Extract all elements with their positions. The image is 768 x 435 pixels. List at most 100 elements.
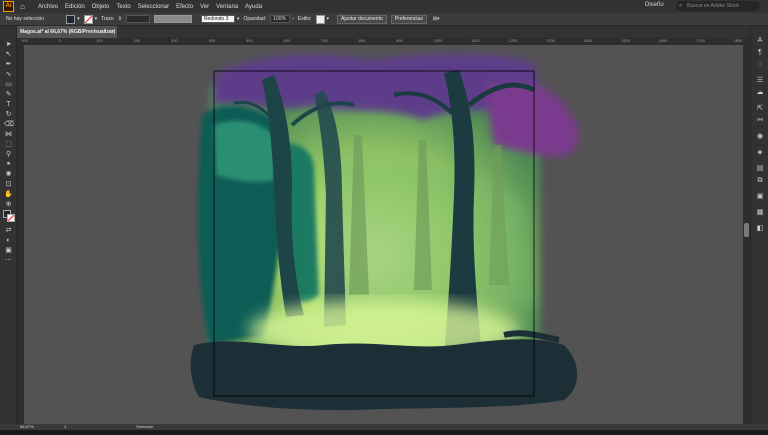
zoom-tool-icon[interactable]: ⊕ xyxy=(4,200,13,209)
ruler-tick: 1400 xyxy=(583,38,593,43)
paintbrush-icon[interactable]: ✎ xyxy=(4,90,13,99)
eraser-icon[interactable]: ⌫ xyxy=(4,120,14,129)
type-tool-icon[interactable]: T xyxy=(4,100,13,109)
document-title: Magos.ai* al 66,67% (RGB/Previsualizar) xyxy=(20,29,116,35)
scrollbar-thumb[interactable] xyxy=(744,223,749,237)
paragraph-panel-icon[interactable]: ¶ xyxy=(755,48,765,58)
ruler-tick: 200 xyxy=(133,38,141,43)
swap-colors-icon[interactable]: ⇄ xyxy=(4,226,13,235)
opacity-field: 100% xyxy=(270,15,291,23)
menu-archivo[interactable]: Archivo xyxy=(38,4,58,10)
selection-tool-icon[interactable]: ➤ xyxy=(4,40,13,49)
blend-tool-icon[interactable]: ⚭ xyxy=(4,160,13,169)
stroke-label: Trazo xyxy=(101,16,114,22)
menu-edicion[interactable]: Edición xyxy=(65,4,85,10)
menu-texto[interactable]: Texto xyxy=(116,4,130,10)
current-tool: Selección xyxy=(136,424,154,429)
align-panel-icon[interactable]: ▤ xyxy=(755,164,765,174)
graphic-style-swatch[interactable] xyxy=(315,14,325,24)
eyedropper-icon[interactable]: ⚲ xyxy=(4,150,13,159)
stroke-color-icon[interactable] xyxy=(7,214,15,222)
properties-panel-icon[interactable]: ☰ xyxy=(755,76,765,86)
color-panel-icon[interactable]: ◧ xyxy=(755,224,765,234)
ruler-tick: 1000 xyxy=(433,38,443,43)
menu-seleccionar[interactable]: Seleccionar xyxy=(138,4,169,10)
stroke-swatch[interactable] xyxy=(83,14,93,24)
chevron-down-icon[interactable]: ▾ xyxy=(237,16,240,22)
vertical-scrollbar[interactable] xyxy=(743,45,750,424)
ruler-tick: 500 xyxy=(246,38,253,43)
adjust-document-button[interactable]: Ajustar documento xyxy=(337,14,387,24)
preferences-button[interactable]: Preferencias xyxy=(390,14,427,24)
pen-tool-icon[interactable]: ✒ xyxy=(4,60,13,69)
hand-tool-icon[interactable]: ✋ xyxy=(4,190,13,199)
ruler-tick: 1500 xyxy=(621,38,630,43)
selection-status: No hay selección xyxy=(6,16,45,22)
menu-ventana[interactable]: Ventana xyxy=(216,4,238,10)
more-tools-icon[interactable]: ⋯ xyxy=(4,256,13,265)
chevron-down-icon[interactable]: ▾ xyxy=(327,16,330,22)
search-icon: ⌕ xyxy=(679,3,683,9)
character-panel-icon[interactable]: A xyxy=(755,36,765,46)
pathfinder-panel-icon[interactable]: ▣ xyxy=(755,192,765,202)
layers-panel-icon[interactable]: ◈ xyxy=(755,148,765,158)
page-number[interactable]: 1 xyxy=(64,424,66,429)
links-panel-icon[interactable]: ⚯ xyxy=(755,116,765,126)
close-icon[interactable]: × xyxy=(111,26,114,38)
direct-selection-icon[interactable]: ↖ xyxy=(4,50,13,59)
appearance-panel-icon[interactable]: ◉ xyxy=(755,132,765,142)
ruler-tick: 400 xyxy=(208,38,216,43)
stock-search-input[interactable]: ⌕ Buscar en Adobe Stock xyxy=(676,1,760,11)
draw-mode-icon[interactable]: ◐ xyxy=(4,236,13,245)
variable-width-profile[interactable] xyxy=(153,15,192,23)
ruler-tick: 1200 xyxy=(508,38,518,43)
menu-objeto[interactable]: Objeto xyxy=(92,4,110,10)
chevron-down-icon[interactable]: ▾ xyxy=(95,16,98,22)
zoom-level[interactable]: 66,67% xyxy=(20,424,34,429)
ruler-tick: 600 xyxy=(283,38,291,43)
opacity-label: Opacidad: xyxy=(243,16,267,22)
forest-artwork[interactable] xyxy=(24,45,743,424)
menu-ayuda[interactable]: Ayuda xyxy=(245,4,262,10)
workspace-switcher[interactable]: Diseño xyxy=(645,2,664,8)
swatches-panel-icon[interactable]: ▦ xyxy=(755,208,765,218)
document-tab[interactable]: Magos.ai* al 66,67% (RGB/Previsualizar) … xyxy=(17,26,117,38)
menu-ver[interactable]: Ver xyxy=(200,4,209,10)
free-transform-icon[interactable]: ⬚ xyxy=(4,140,13,149)
curvature-icon[interactable]: ∿ xyxy=(4,70,13,79)
arrange-icon[interactable]: ⊞▾ xyxy=(433,16,440,22)
canvas-area[interactable] xyxy=(24,45,743,424)
home-icon[interactable]: ⌂ xyxy=(17,2,28,11)
rotate-tool-icon[interactable]: ↻ xyxy=(4,110,13,119)
style-label: Estilo: xyxy=(297,16,312,22)
ruler-tick: 1700 xyxy=(696,38,705,43)
stroke-stepper-icon[interactable]: ⇕ xyxy=(118,16,122,22)
ruler-tick: 100 xyxy=(21,38,28,43)
screen-mode-icon[interactable]: ▣ xyxy=(4,246,13,255)
brush-name: Redondo 3 xyxy=(203,16,229,22)
stroke-weight-field[interactable] xyxy=(125,15,150,23)
menu-efecto[interactable]: Efecto xyxy=(176,4,193,10)
transform-panel-icon[interactable]: ⧉ xyxy=(755,176,765,186)
menu-bar: Ai ⌂ Archivo Edición Objeto Texto Selecc… xyxy=(0,0,768,13)
fill-swatch[interactable] xyxy=(66,14,76,24)
right-panel-dock: A ¶ ◌ ☰ ☁ ⇱ ⚯ ◉ ◈ ▤ ⧉ ▣ ▦ ◧ xyxy=(750,26,768,424)
vertical-ruler[interactable] xyxy=(17,45,24,424)
libraries-panel-icon[interactable]: ☁ xyxy=(755,88,765,98)
ruler-tick: 1100 xyxy=(471,38,480,43)
width-tool-icon[interactable]: ⋈ xyxy=(4,130,13,139)
artboard-tool-icon[interactable]: ⊡ xyxy=(4,180,13,189)
chevron-right-icon[interactable]: › xyxy=(292,16,294,22)
rectangle-tool-icon[interactable]: ▭ xyxy=(4,80,13,89)
brush-definition[interactable]: Redondo 3 xyxy=(200,15,235,23)
illustrator-logo: Ai xyxy=(3,1,14,12)
opentype-panel-icon[interactable]: ◌ xyxy=(755,60,765,70)
horizontal-ruler[interactable]: 100 0 100 200 300 400 500 600 700 800 900 1000 1100 1… xyxy=(17,38,750,45)
tools-panel: ➤ ↖ ✒ ∿ ▭ ✎ T ↻ ⌫ ⋈ ⬚ ⚲ ⚭ ✺ ⊡ ✋ ⊕ ⇄ ◐ ▣ … xyxy=(0,26,17,424)
export-panel-icon[interactable]: ⇱ xyxy=(755,104,765,114)
ruler-tick: 300 xyxy=(171,38,178,43)
ruler-tick: 1800 xyxy=(733,38,743,43)
symbol-sprayer-icon[interactable]: ✺ xyxy=(4,170,13,179)
chevron-down-icon[interactable]: ▾ xyxy=(77,16,80,22)
ruler-tick: 100 xyxy=(96,38,103,43)
